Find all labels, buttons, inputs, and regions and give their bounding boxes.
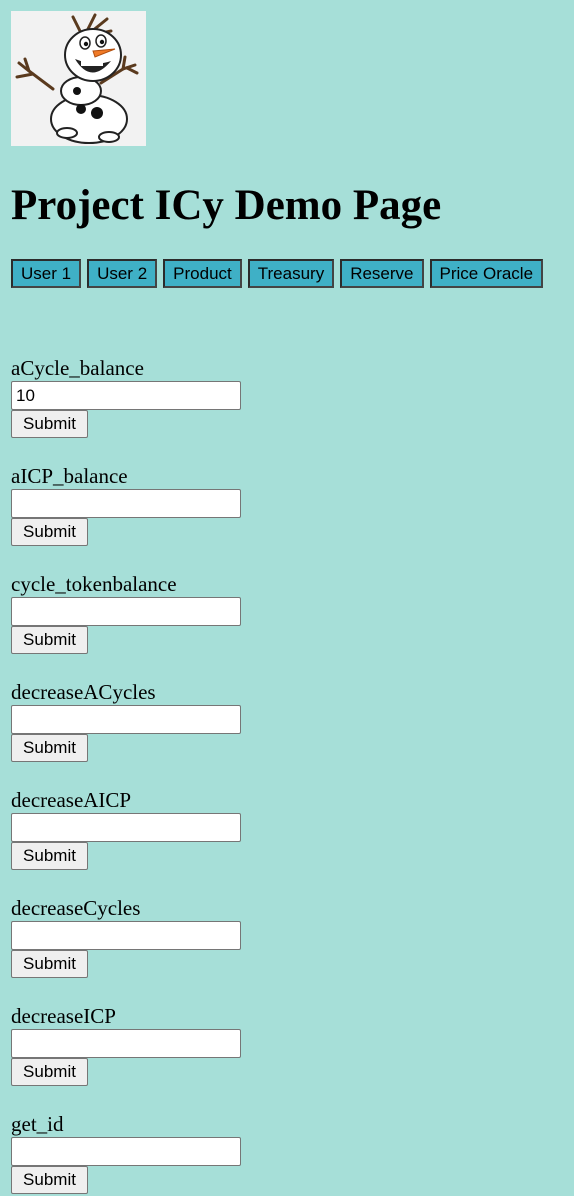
field-label: aCycle_balance xyxy=(11,356,144,380)
decrease-icp-input[interactable] xyxy=(11,1029,241,1058)
tab-bar: User 1 User 2 Product Treasury Reserve P… xyxy=(11,259,544,288)
tab-product[interactable]: Product xyxy=(163,259,242,288)
decrease-cycles-submit-button[interactable]: Submit xyxy=(11,950,88,978)
tab-user-1[interactable]: User 1 xyxy=(11,259,82,288)
form-acycle-balance: aCycle_balance Submit xyxy=(11,356,311,464)
decrease-acycles-submit-button[interactable]: Submit xyxy=(11,734,88,762)
form-decrease-cycles: decreaseCycles Submit xyxy=(11,896,311,1004)
form-aicp-balance: aICP_balance Submit xyxy=(11,464,311,572)
form-decrease-icp: decreaseICP Submit xyxy=(11,1004,311,1112)
decrease-cycles-input[interactable] xyxy=(11,921,241,950)
field-label: get_id xyxy=(11,1112,64,1136)
decrease-aicp-input[interactable] xyxy=(11,813,241,842)
cycle-tokenbalance-input[interactable] xyxy=(11,597,241,626)
tab-reserve[interactable]: Reserve xyxy=(340,259,424,288)
page-title: Project ICy Demo Page xyxy=(11,182,442,229)
field-label: decreaseAICP xyxy=(11,788,132,812)
acycle-balance-input[interactable] xyxy=(11,381,241,410)
tab-treasury[interactable]: Treasury xyxy=(247,259,335,288)
get-id-submit-button[interactable]: Submit xyxy=(11,1166,88,1194)
tab-price-oracle[interactable]: Price Oracle xyxy=(429,259,544,288)
decrease-acycles-input[interactable] xyxy=(11,705,241,734)
get-id-input[interactable] xyxy=(11,1137,241,1166)
form-cycle-tokenbalance: cycle_tokenbalance Submit xyxy=(11,572,311,680)
decrease-icp-submit-button[interactable]: Submit xyxy=(11,1058,88,1086)
method-form-list: aCycle_balance Submit aICP_balance Submi… xyxy=(11,356,311,1196)
form-decrease-acycles: decreaseACycles Submit xyxy=(11,680,311,788)
snowman-logo-icon xyxy=(11,11,146,146)
field-label: decreaseACycles xyxy=(11,680,156,704)
tab-user-2[interactable]: User 2 xyxy=(87,259,158,288)
decrease-aicp-submit-button[interactable]: Submit xyxy=(11,842,88,870)
aicp-balance-submit-button[interactable]: Submit xyxy=(11,518,88,546)
aicp-balance-input[interactable] xyxy=(11,489,241,518)
cycle-tokenbalance-submit-button[interactable]: Submit xyxy=(11,626,88,654)
field-label: decreaseCycles xyxy=(11,896,141,920)
field-label: aICP_balance xyxy=(11,464,128,488)
field-label: cycle_tokenbalance xyxy=(11,572,177,596)
form-decrease-aicp: decreaseAICP Submit xyxy=(11,788,311,896)
form-get-id: get_id Submit xyxy=(11,1112,311,1196)
field-label: decreaseICP xyxy=(11,1004,116,1028)
acycle-balance-submit-button[interactable]: Submit xyxy=(11,410,88,438)
